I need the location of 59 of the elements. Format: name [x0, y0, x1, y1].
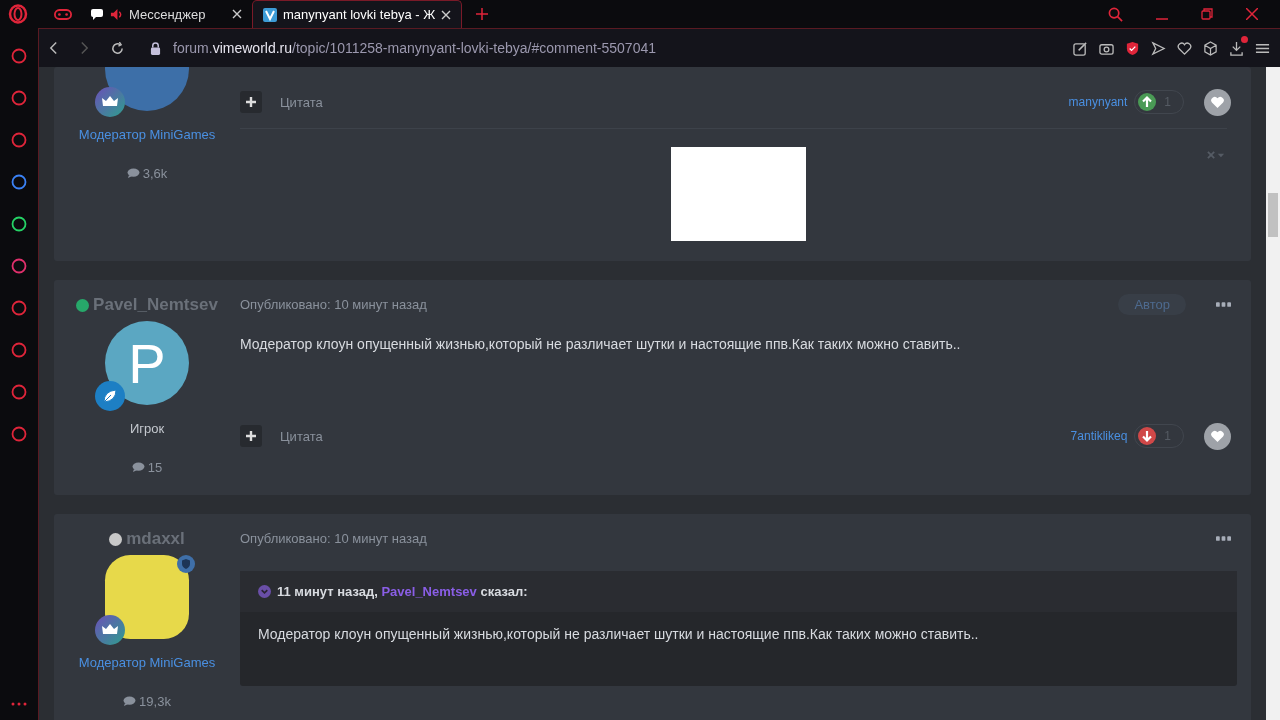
close-tab-icon[interactable] [441, 9, 452, 20]
quote-link[interactable]: Цитата [280, 94, 323, 110]
post-date: Опубликовано: 10 минут назад [240, 296, 427, 312]
author-name[interactable]: mdaxxl [126, 529, 185, 549]
like-button[interactable] [1204, 422, 1231, 450]
heart-icon [1210, 95, 1225, 109]
close-tab-icon[interactable] [232, 9, 242, 19]
heart-icon[interactable] [1177, 40, 1192, 56]
send-icon[interactable] [1151, 40, 1166, 56]
shield-badge-icon [177, 555, 195, 573]
comment-icon [131, 462, 145, 473]
post-count: 3,6k [142, 166, 168, 181]
reload-icon[interactable] [111, 41, 124, 55]
close-icon[interactable] [1246, 8, 1258, 20]
user-role: Модератор MiniGames [78, 655, 216, 670]
like-button[interactable] [1204, 88, 1231, 116]
post-count: 19,3k [139, 694, 171, 709]
more-icon[interactable] [1216, 535, 1231, 541]
post-date: Опубликовано: 10 минут назад [240, 530, 427, 546]
quote-attribution: 11 минут назад, Pavel_Nemtsev сказал: [277, 584, 528, 599]
opera-logo-icon[interactable] [8, 4, 28, 24]
shield-icon[interactable] [1125, 40, 1140, 56]
plus-icon [246, 431, 256, 441]
plus-icon [246, 97, 256, 107]
multiquote-button[interactable] [240, 425, 262, 447]
letter-avatar[interactable]: P [105, 321, 189, 405]
site-favicon-icon [263, 7, 277, 22]
reactor-link[interactable]: manynyant [1068, 95, 1128, 109]
comment-icon [123, 696, 137, 707]
browser-tab[interactable]: manynyant lovki tebya - Ж [252, 0, 463, 28]
user-role: Игрок [129, 421, 165, 436]
user-link[interactable]: Pavel_Nemtsev [381, 584, 477, 599]
chat-icon [90, 7, 104, 21]
search-icon[interactable] [1108, 6, 1123, 22]
heart-icon [1210, 429, 1225, 443]
post-count: 15 [147, 460, 163, 475]
browser-tab[interactable]: Мессенджер [80, 0, 252, 28]
reactor-link[interactable]: 7antiklikeq [1070, 429, 1128, 443]
avatar-placeholder[interactable] [105, 555, 189, 639]
user-role: Модератор MiniGames [78, 127, 216, 142]
quote-text: Модератор клоун опущенный жизнью,который не различает шутки и настоящие ппв.Как таких можно ставить.. [257, 625, 980, 644]
more-icon[interactable] [11, 702, 27, 706]
address-field[interactable]: forum.vimeworld.ru/topic/1011258-manynyant-lovki-tebya/#comment-5507041 [173, 40, 656, 56]
more-icon[interactable] [1216, 301, 1231, 307]
download-icon[interactable] [1229, 40, 1244, 56]
comment-icon [126, 168, 140, 179]
new-tab-icon[interactable] [476, 8, 489, 20]
lock-icon [150, 41, 161, 55]
back-icon[interactable] [49, 41, 58, 55]
author-name[interactable]: Pavel_Nemtsev [93, 295, 218, 315]
author-badge: Автор [1118, 293, 1186, 315]
quote-link[interactable]: Цитата [280, 428, 323, 444]
multiquote-button[interactable] [240, 91, 262, 113]
post-text: Модератор клоун опущенный жизнью,который не различает шутки и настоящие ппв.Как таких можно ставить.. [240, 336, 962, 352]
edit-icon[interactable] [1073, 40, 1088, 56]
speaker-icon[interactable] [110, 7, 123, 21]
gamepad-icon [54, 7, 72, 21]
restore-icon[interactable] [1201, 8, 1213, 20]
scrollbar[interactable] [1266, 67, 1280, 720]
